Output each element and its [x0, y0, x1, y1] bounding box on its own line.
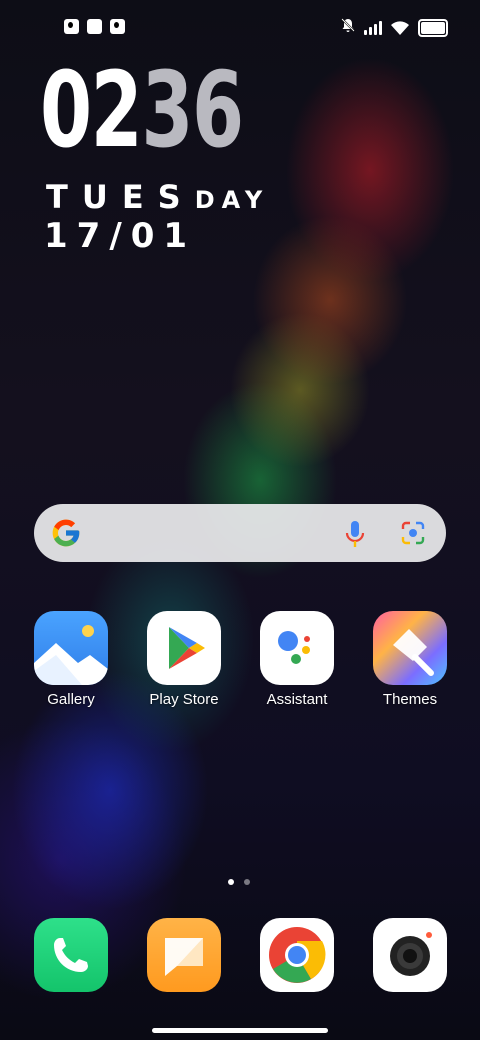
dock-camera[interactable] [355, 918, 465, 992]
clock-minutes: 36 [141, 49, 244, 171]
clock-day-big: TUES [46, 178, 195, 216]
notification-icon [64, 19, 79, 34]
app-label: Gallery [47, 691, 95, 708]
play-store-icon [147, 611, 221, 685]
phone-icon [34, 918, 108, 992]
chrome-icon [260, 918, 334, 992]
app-gallery[interactable]: Gallery [16, 611, 126, 708]
notification-icon [110, 19, 125, 34]
status-bar [0, 0, 480, 56]
silent-icon [340, 17, 356, 38]
clock-widget[interactable]: 02 36 TUESDAY 17/01 [40, 49, 321, 256]
assistant-icon [260, 611, 334, 685]
app-play-store[interactable]: Play Store [129, 611, 239, 708]
home-indicator[interactable] [152, 1028, 328, 1033]
app-themes[interactable]: Themes [355, 611, 465, 708]
camera-icon [373, 918, 447, 992]
app-label: Play Store [149, 691, 219, 708]
clock-day: TUESDAY [46, 178, 269, 216]
page-dot-active [228, 879, 234, 885]
app-label: Themes [382, 691, 438, 708]
clock-date: 17/01 [44, 216, 197, 256]
notification-icon [87, 19, 102, 34]
notification-icons [64, 19, 125, 34]
google-g-icon [52, 519, 80, 547]
system-icons [340, 17, 448, 38]
clock-day-small: DAY [194, 186, 270, 214]
themes-icon [373, 611, 447, 685]
page-indicator [228, 879, 250, 885]
gallery-icon [34, 611, 108, 685]
dock-chrome[interactable] [242, 918, 352, 992]
dock-messages[interactable] [129, 918, 239, 992]
dock-phone[interactable] [16, 918, 126, 992]
wifi-icon [391, 20, 409, 35]
google-lens-icon[interactable] [400, 520, 426, 546]
app-label: Assistant [266, 691, 328, 708]
clock-hours: 02 [40, 49, 143, 171]
clock-time: 02 36 [40, 49, 244, 171]
page-dot [244, 879, 250, 885]
signal-icon [364, 20, 382, 35]
messages-icon [147, 918, 221, 992]
microphone-icon[interactable] [344, 520, 366, 548]
google-search-bar[interactable] [34, 504, 446, 562]
app-assistant[interactable]: Assistant [242, 611, 352, 708]
battery-icon [418, 18, 448, 37]
